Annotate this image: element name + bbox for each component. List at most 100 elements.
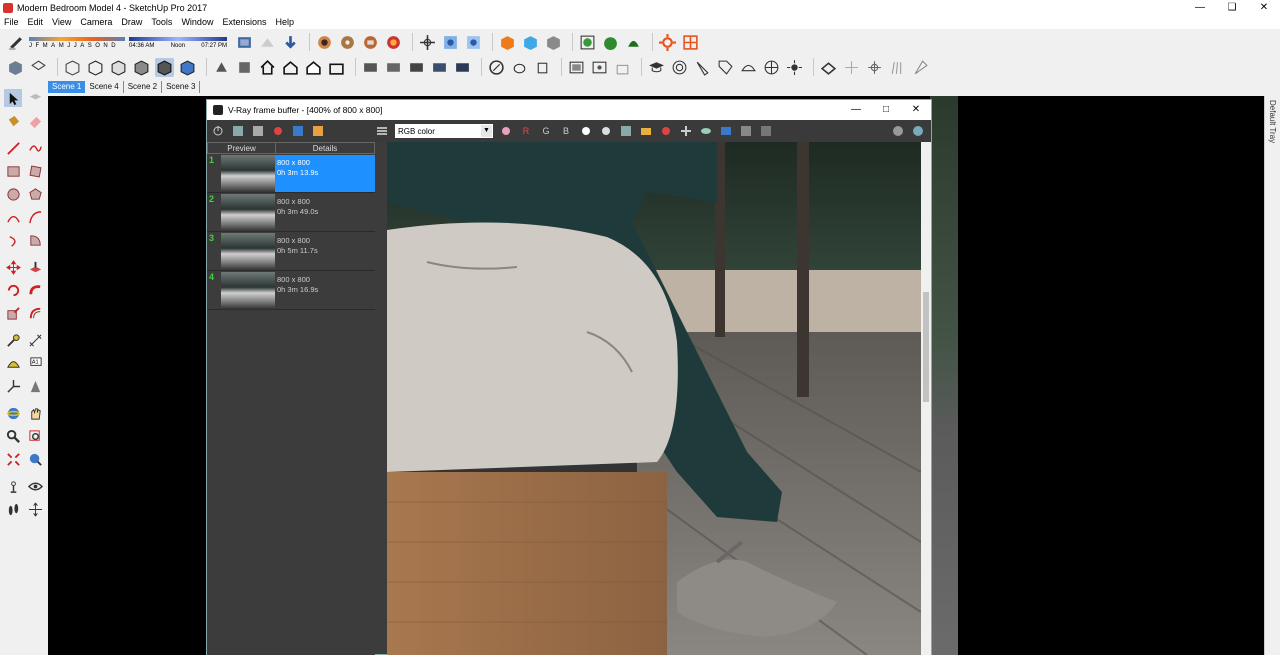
section-cut-icon[interactable] (235, 58, 254, 77)
lens-effects-icon[interactable] (311, 124, 325, 138)
layer-tool-2-icon[interactable] (384, 58, 403, 77)
top-view-icon[interactable] (29, 58, 48, 77)
vray-fur-tool-icon[interactable] (888, 58, 907, 77)
line-tool-icon[interactable] (4, 139, 22, 157)
wireframe-style-icon[interactable] (86, 58, 105, 77)
zoom-extents-icon[interactable] (4, 450, 22, 468)
back-view-icon[interactable] (327, 58, 346, 77)
rotated-rectangle-icon[interactable] (26, 162, 44, 180)
shaded-textures-style-icon[interactable] (155, 57, 174, 77)
dome-light-icon[interactable] (819, 58, 838, 77)
info-icon[interactable] (291, 124, 305, 138)
menu-view[interactable]: View (52, 17, 71, 27)
infinite-plane-icon[interactable] (865, 58, 884, 77)
alpha-icon[interactable] (579, 124, 593, 138)
right-view-icon[interactable] (304, 58, 323, 77)
red-channel-button[interactable]: R (519, 124, 533, 138)
menu-camera[interactable]: Camera (80, 17, 112, 27)
orbit-tool-icon[interactable] (487, 58, 506, 77)
arc-tool-icon[interactable] (4, 208, 22, 226)
shadow-date-slider[interactable]: J F M A M J J A S O N D (29, 35, 125, 49)
section-plane-tool-icon[interactable] (26, 500, 44, 518)
offset-tool-icon[interactable] (26, 304, 44, 322)
teapot-icon[interactable] (510, 58, 529, 77)
save-image-icon[interactable] (619, 124, 633, 138)
menu-tools[interactable]: Tools (151, 17, 172, 27)
menu-help[interactable]: Help (275, 17, 294, 27)
color-correction-icon[interactable] (499, 124, 513, 138)
screen-capture-icon[interactable] (567, 58, 586, 77)
history-row[interactable]: 4 800 x 800 0h 3m 16.9s (207, 272, 375, 310)
vray-light-grid-icon[interactable] (681, 33, 700, 52)
3d-text-icon[interactable] (26, 377, 44, 395)
text-tool-icon[interactable]: A1 (26, 354, 44, 372)
vray-settings-icon[interactable] (441, 33, 460, 52)
walk-icon[interactable] (4, 500, 22, 518)
follow-me-icon[interactable] (26, 281, 44, 299)
menu-draw[interactable]: Draw (121, 17, 142, 27)
history-toggle-icon[interactable] (891, 124, 905, 138)
cup-icon[interactable] (533, 58, 552, 77)
tag-icon[interactable] (716, 58, 735, 77)
vfb-maximize-button[interactable]: □ (871, 100, 901, 120)
zoom-window-icon[interactable] (26, 427, 44, 445)
mono-icon[interactable] (599, 124, 613, 138)
vray-camera-icon[interactable] (418, 33, 437, 52)
scene-tab-4[interactable]: Scene 4 (85, 81, 124, 93)
region-render-icon[interactable] (699, 124, 713, 138)
scene-tab-1[interactable]: Scene 1 (48, 81, 86, 93)
close-button[interactable]: ✕ (1248, 0, 1280, 15)
scale-tool-icon[interactable] (4, 304, 22, 322)
rendered-image[interactable] (387, 142, 921, 655)
compare-ab-icon[interactable] (719, 124, 733, 138)
zoom-icon[interactable] (4, 427, 22, 445)
screen-record-icon[interactable] (590, 58, 609, 77)
vray-interactive-icon[interactable] (338, 33, 357, 52)
vray-fur-icon[interactable] (601, 33, 620, 52)
vfb-close-button[interactable]: ✕ (901, 100, 931, 120)
section-plane-icon[interactable] (212, 58, 231, 77)
history-row[interactable]: 2 800 x 800 0h 3m 49.0s (207, 194, 375, 232)
vray-cloud-icon[interactable] (361, 33, 380, 52)
push-pull-icon[interactable] (26, 258, 44, 276)
warehouse-icon[interactable] (235, 33, 254, 52)
green-channel-button[interactable]: G (539, 124, 553, 138)
clear-image-icon[interactable] (739, 124, 753, 138)
tape-measure-icon[interactable] (4, 331, 22, 349)
blue-channel-button[interactable]: B (559, 124, 573, 138)
pie-tool-icon[interactable] (26, 231, 44, 249)
scene-tab-3[interactable]: Scene 3 (162, 81, 201, 93)
track-mouse-icon[interactable] (679, 124, 693, 138)
layer-tool-5-icon[interactable] (453, 58, 472, 77)
xray-style-icon[interactable] (63, 58, 82, 77)
vray-clipper-icon[interactable] (911, 58, 930, 77)
monochrome-style-icon[interactable] (178, 58, 197, 77)
box-gray-icon[interactable] (544, 33, 563, 52)
spotlight-icon[interactable] (693, 58, 712, 77)
paint-bucket-icon[interactable] (4, 112, 22, 130)
graduation-cap-icon[interactable] (647, 58, 666, 77)
sphere-tool-icon[interactable] (670, 58, 689, 77)
layer-tool-icon[interactable] (361, 58, 380, 77)
front-view-icon[interactable] (281, 58, 300, 77)
menu-icon[interactable] (375, 124, 389, 138)
vray-render-icon[interactable] (315, 33, 334, 52)
menu-extensions[interactable]: Extensions (222, 17, 266, 27)
render-icon[interactable] (911, 124, 925, 138)
save-all-icon[interactable] (251, 124, 265, 138)
menu-window[interactable]: Window (181, 17, 213, 27)
vray-proxy-icon[interactable] (578, 33, 597, 52)
position-camera-icon[interactable] (4, 477, 22, 495)
shadow-time-slider[interactable]: 04:36 AM Noon 07:27 PM (129, 35, 227, 49)
scrollbar-thumb[interactable] (923, 292, 929, 402)
channel-select[interactable]: RGB color ▼ (395, 124, 493, 138)
layer-tool-4-icon[interactable] (430, 58, 449, 77)
orbit-icon[interactable] (4, 404, 22, 422)
select-tool-icon[interactable] (4, 89, 22, 107)
vray-sun-icon[interactable] (658, 33, 677, 52)
home-icon[interactable] (258, 58, 277, 77)
pixel-info-icon[interactable] (759, 124, 773, 138)
download-icon[interactable] (281, 33, 300, 52)
save-icon[interactable] (231, 124, 245, 138)
history-row[interactable]: 1 800 x 800 0h 3m 13.9s (207, 155, 375, 193)
